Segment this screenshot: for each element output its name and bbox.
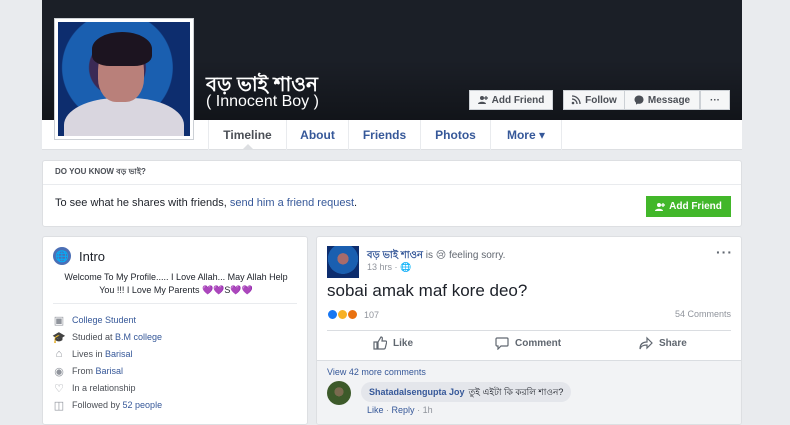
intro-card: 🌐 Intro Welcome To My Profile..... I Lov… (42, 236, 308, 425)
tab-photos[interactable]: Photos (420, 120, 490, 150)
friend-request-prompt: To see what he shares with friends, send… (55, 197, 358, 209)
post-author-avatar[interactable] (327, 246, 359, 278)
comment-bubble: Shatadalsengupta Joy তুই এইটা কি করলি শা… (361, 382, 572, 402)
like-button[interactable]: Like (373, 336, 413, 350)
reaction-count: 107 (364, 309, 380, 320)
do-you-know-heading: DO YOU KNOW বড় ভাই? (43, 161, 741, 185)
intro-header: 🌐 Intro (53, 247, 105, 265)
divider (327, 330, 731, 331)
follow-label: Follow (585, 94, 617, 106)
message-label: Message (647, 94, 691, 106)
comment-time[interactable]: 1h (423, 405, 433, 415)
divider (53, 303, 297, 304)
comments-section: View 42 more comments Shatadalsengupta J… (317, 361, 741, 424)
tab-about[interactable]: About (286, 120, 348, 150)
commenter-name[interactable]: Shatadalsengupta Joy (369, 387, 465, 397)
globe-icon: 🌐 (53, 247, 71, 265)
more-dots-icon: ··· (710, 94, 720, 106)
comments-count[interactable]: 54 Comments (675, 309, 731, 319)
messenger-icon (634, 95, 644, 105)
comment-reply-link[interactable]: Reply (392, 405, 415, 415)
share-icon (639, 336, 653, 350)
intro-row-relationship: ♡ In a relationship (54, 382, 136, 395)
add-friend-icon (655, 202, 666, 211)
graduation-cap-icon: 🎓 (52, 331, 66, 344)
profile-subtitle: ( Innocent Boy ) (206, 93, 319, 110)
briefcase-icon: ▣ (53, 314, 65, 327)
add-friend-icon (477, 96, 488, 104)
location-pin-icon: ◉ (54, 365, 64, 378)
intro-row-education: 🎓 Studied at B.M college (52, 331, 163, 344)
intro-bio: Welcome To My Profile..... I Love Allah.… (64, 272, 288, 295)
tab-more[interactable]: More ▾ (490, 120, 562, 150)
comment-icon (495, 337, 509, 350)
angry-reaction-icon (347, 309, 358, 320)
post-menu-icon[interactable]: ··· (716, 244, 733, 260)
share-button[interactable]: Share (639, 336, 687, 350)
thumbs-up-icon (373, 336, 387, 350)
add-friend-label: Add Friend (491, 94, 545, 106)
commenter-avatar[interactable] (327, 381, 351, 405)
post-timestamp[interactable]: 13 hrs · 🌐 (367, 262, 411, 273)
post-author-name[interactable]: বড় ভাই শাওন (367, 250, 423, 261)
add-friend-green-button[interactable]: Add Friend (646, 196, 731, 217)
comment-text: তুই এইটা কি করলি শাওন? (468, 386, 564, 397)
intro-row-lives-in: ⌂ Lives in Barisal (53, 348, 133, 360)
heart-icon: ♡ (54, 382, 64, 395)
do-you-know-card: DO YOU KNOW বড় ভাই? To see what he shar… (42, 160, 742, 227)
work-link[interactable]: College Student (72, 315, 136, 325)
message-button[interactable]: Message (624, 90, 700, 110)
rss-icon (571, 95, 581, 105)
intro-row-work: ▣ College Student (53, 314, 136, 327)
intro-title: Intro (79, 248, 106, 264)
post-text: sobai amak maf kore deo? (327, 281, 528, 300)
lives-in-link[interactable]: Barisal (105, 349, 133, 359)
rss-icon: ◫ (53, 399, 65, 412)
profile-picture[interactable] (54, 18, 194, 140)
comment-like-link[interactable]: Like (367, 405, 384, 415)
add-friend-button[interactable]: Add Friend (469, 90, 553, 110)
tab-friends[interactable]: Friends (348, 120, 420, 150)
intro-row-followers: ◫ Followed by 52 people (53, 399, 163, 412)
post-feeling: is 😢 feeling sorry. (422, 250, 506, 261)
college-link[interactable]: B.M college (115, 332, 162, 342)
follow-button[interactable]: Follow (563, 90, 625, 110)
view-more-comments-link[interactable]: View 42 more comments (327, 367, 426, 377)
send-friend-request-link[interactable]: send him a friend request (230, 197, 354, 209)
followers-link[interactable]: 52 people (123, 400, 163, 410)
reactions-summary[interactable]: 107 (327, 309, 379, 320)
intro-row-from: ◉ From Barisal (54, 365, 124, 378)
tab-timeline[interactable]: Timeline (208, 120, 286, 150)
more-options-button[interactable]: ··· (700, 90, 730, 110)
comment-actions: Like · Reply · 1h (367, 405, 433, 415)
comment-button[interactable]: Comment (495, 336, 561, 350)
from-link[interactable]: Barisal (96, 366, 124, 376)
post-card: বড় ভাই শাওন is 😢 feeling sorry. 13 hrs … (316, 236, 742, 425)
home-icon: ⌂ (55, 348, 63, 360)
